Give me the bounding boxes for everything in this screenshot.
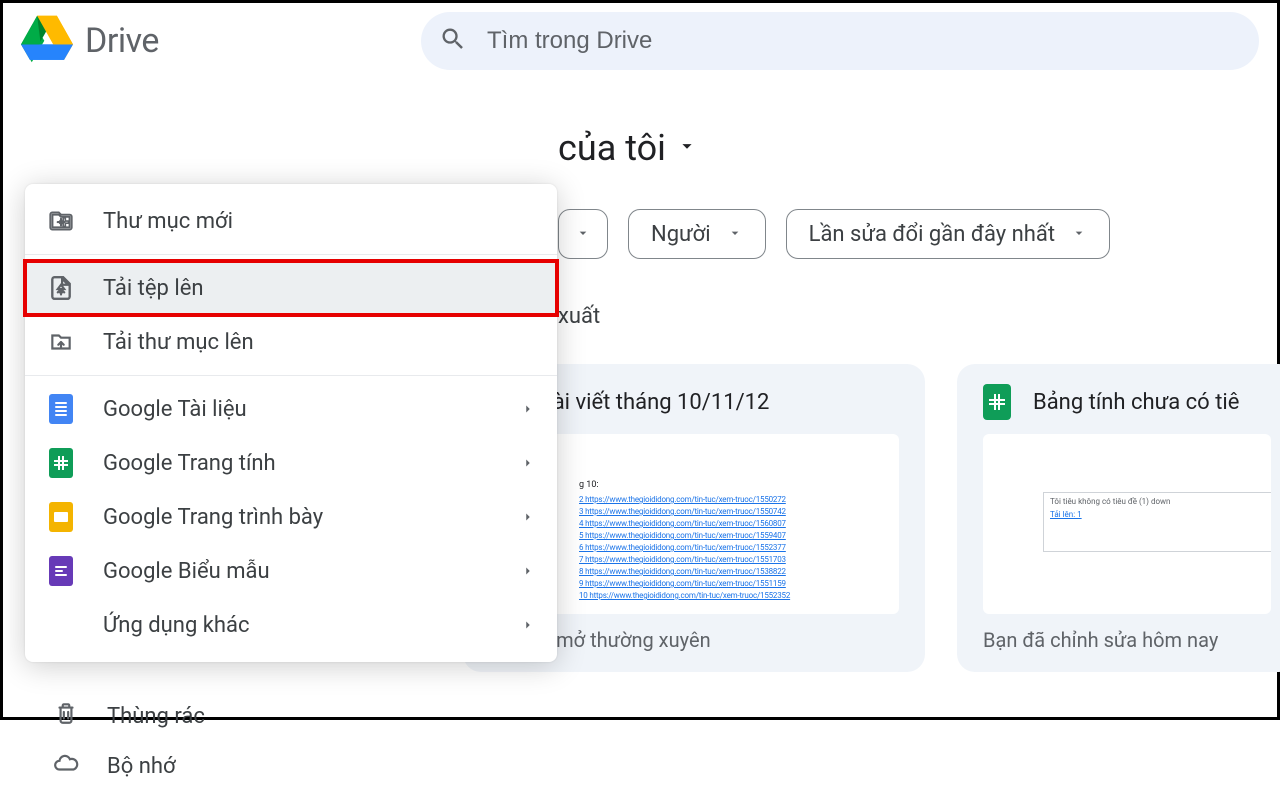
file-card-reason: Bạn đã chỉnh sửa hôm nay: [957, 628, 1280, 652]
filter-row: Người Lần sửa đổi gần đây nhất: [558, 209, 1110, 259]
filter-chip-people[interactable]: Người: [628, 209, 766, 259]
menu-item-more-apps[interactable]: Ứng dụng khác: [25, 598, 557, 652]
suggested-cards: Bài viết tháng 10/11/12 g 10: 2 https://…: [463, 364, 1280, 672]
menu-item-google-sheets[interactable]: Google Trang tính: [25, 436, 557, 490]
file-card-title: Bài viết tháng 10/11/12: [539, 390, 769, 415]
menu-separator: [25, 254, 557, 255]
sidebar-item-trash[interactable]: Thùng rác: [53, 691, 433, 741]
brand[interactable]: Drive: [21, 15, 421, 67]
suggested-section-label: xuất: [558, 304, 600, 329]
chevron-right-icon: [521, 397, 535, 422]
sheets-icon: [47, 449, 75, 477]
menu-item-google-forms[interactable]: Google Biểu mẫu: [25, 544, 557, 598]
chevron-right-icon: [521, 451, 535, 476]
chevron-down-icon: [727, 222, 743, 247]
menu-item-label: Google Biểu mẫu: [103, 559, 493, 584]
file-upload-icon: [47, 274, 75, 302]
drive-logo-icon: [21, 15, 73, 67]
chevron-right-icon: [521, 613, 535, 638]
new-menu: Thư mục mới Tải tệp lên Tải thư mục lên …: [25, 184, 557, 662]
menu-item-google-slides[interactable]: Google Trang trình bày: [25, 490, 557, 544]
menu-item-google-docs[interactable]: Google Tài liệu: [25, 382, 557, 436]
chip-label: Lần sửa đổi gần đây nhất: [809, 222, 1056, 247]
sidebar-item-storage[interactable]: Bộ nhớ: [53, 741, 433, 791]
menu-item-label: Google Trang tính: [103, 451, 493, 476]
search-icon: [439, 25, 467, 57]
file-card[interactable]: Bảng tính chưa có tiê Tôi tiêu không có …: [957, 364, 1280, 672]
docs-icon: [47, 395, 75, 423]
file-thumbnail: Tôi tiêu không có tiêu đề (1) down Tải l…: [983, 434, 1271, 614]
breadcrumb[interactable]: của tôi: [558, 127, 698, 169]
menu-item-file-upload[interactable]: Tải tệp lên: [25, 261, 557, 315]
chevron-right-icon: [521, 505, 535, 530]
filter-chip-type-overflow[interactable]: [558, 209, 608, 259]
folder-upload-icon: [47, 328, 75, 356]
chevron-down-icon: [1071, 222, 1087, 247]
cloud-icon: [53, 750, 79, 782]
trash-icon: [53, 700, 79, 732]
filter-chip-modified[interactable]: Lần sửa đổi gần đây nhất: [786, 209, 1111, 259]
sheets-icon: [983, 384, 1011, 420]
blank-icon: [47, 611, 75, 639]
chip-label: Người: [651, 222, 711, 247]
menu-item-label: Google Tài liệu: [103, 397, 493, 422]
menu-item-folder-upload[interactable]: Tải thư mục lên: [25, 315, 557, 369]
search-bar[interactable]: [421, 12, 1259, 70]
dropdown-caret-icon: [676, 135, 698, 161]
product-name: Drive: [85, 21, 159, 61]
slides-icon: [47, 503, 75, 531]
menu-item-label: Tải tệp lên: [103, 276, 535, 301]
sidebar: Thùng rác Bộ nhớ: [53, 691, 433, 791]
menu-item-label: Thư mục mới: [103, 209, 535, 234]
chevron-right-icon: [521, 559, 535, 584]
search-input[interactable]: [485, 26, 1241, 56]
sidebar-item-label: Bộ nhớ: [107, 754, 176, 779]
menu-item-new-folder[interactable]: Thư mục mới: [25, 194, 557, 248]
app-header: Drive: [3, 3, 1277, 79]
forms-icon: [47, 557, 75, 585]
chevron-down-icon: [575, 222, 591, 247]
page-title: của tôi: [558, 127, 666, 169]
sidebar-item-label: Thùng rác: [107, 704, 205, 729]
file-card-title: Bảng tính chưa có tiê: [1033, 390, 1239, 415]
menu-item-label: Tải thư mục lên: [103, 330, 535, 355]
new-folder-icon: [47, 207, 75, 235]
menu-item-label: Ứng dụng khác: [103, 613, 493, 638]
menu-item-label: Google Trang trình bày: [103, 505, 493, 530]
menu-separator: [25, 375, 557, 376]
